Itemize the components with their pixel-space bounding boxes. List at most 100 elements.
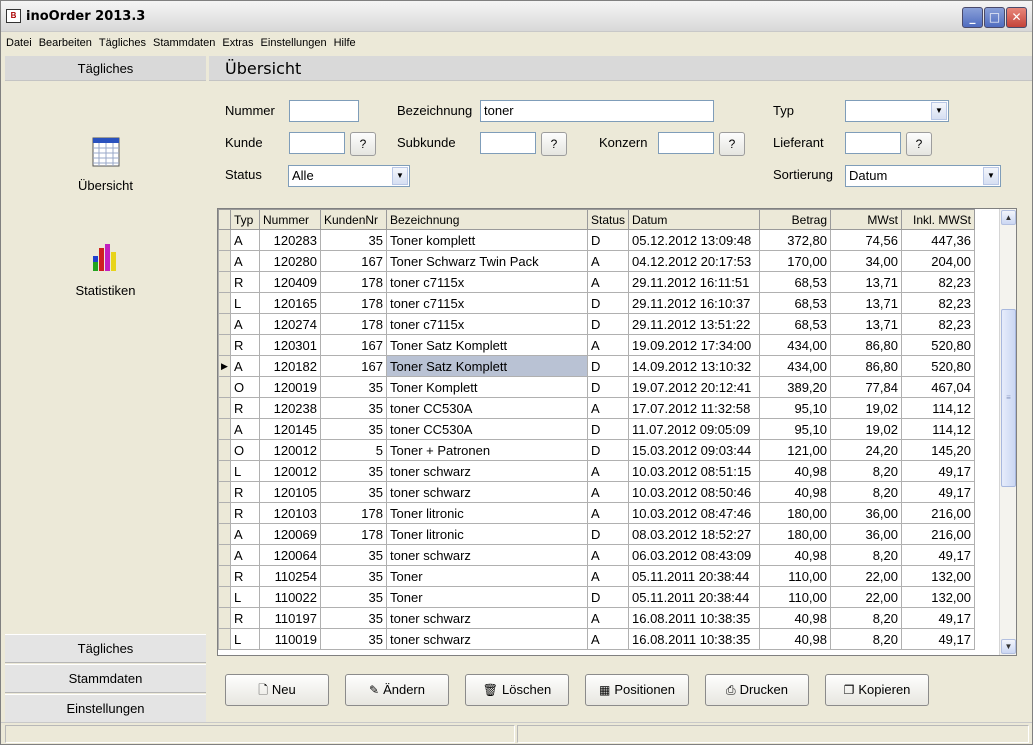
col-mwst[interactable]: MWst	[830, 209, 902, 230]
table-row[interactable]: R 120103 178 Toner litronic A 10.03.2012 08:4…	[218, 502, 975, 524]
drucken-button[interactable]: ⎙ Drucken	[705, 674, 809, 706]
cell-bezeichnung: toner schwarz	[386, 481, 588, 503]
cell-bezeichnung: toner c7115x	[386, 271, 588, 293]
kopieren-button[interactable]: ❐ Kopieren	[825, 674, 929, 706]
table-row[interactable]: R 120105 35 toner schwarz A 10.03.2012 08:50:…	[218, 481, 975, 503]
scroll-up-icon[interactable]: ▲	[1001, 210, 1016, 225]
cell-typ: A	[230, 355, 260, 377]
row-indicator-header	[218, 209, 231, 230]
loeschen-button-label: Löschen	[502, 682, 552, 697]
cell-mwst: 8,20	[830, 607, 902, 629]
nav-einstellungen[interactable]: Einstellungen	[5, 694, 206, 723]
vertical-scrollbar[interactable]: ▲ ≡ ▼	[999, 209, 1016, 655]
cell-nummer: 120238	[259, 397, 321, 419]
col-inkl-mwst[interactable]: Inkl. MWSt	[901, 209, 975, 230]
nav-taegliches[interactable]: Tägliches	[5, 634, 206, 663]
table-row[interactable]: A 120274 178 toner c7115x D 29.11.2012 13:51:…	[218, 313, 975, 335]
table-row[interactable]: A 120064 35 toner schwarz A 06.03.2012 08:43:…	[218, 544, 975, 566]
menu-hilfe[interactable]: Hilfe	[330, 33, 359, 53]
col-status[interactable]: Status	[587, 209, 629, 230]
cell-inkl-mwst: 49,17	[901, 607, 975, 629]
cell-typ: A	[230, 418, 260, 440]
col-typ[interactable]: Typ	[230, 209, 260, 230]
positionen-button[interactable]: ▦ Positionen	[585, 674, 689, 706]
nav-stammdaten[interactable]: Stammdaten	[5, 664, 206, 693]
typ-select[interactable]: ▼	[845, 100, 949, 122]
lieferant-lookup-button[interactable]: ?	[906, 132, 932, 156]
cell-inkl-mwst: 216,00	[901, 523, 975, 545]
cell-mwst: 86,80	[830, 334, 902, 356]
cell-datum: 05.11.2011 20:38:44	[628, 586, 760, 608]
scroll-down-icon[interactable]: ▼	[1001, 639, 1016, 654]
col-nummer[interactable]: Nummer	[259, 209, 321, 230]
konzern-lookup-button[interactable]: ?	[719, 132, 745, 156]
table-row[interactable]: L 110019 35 toner schwarz A 16.08.2011 10:38:…	[218, 628, 975, 650]
table-row[interactable]: A 120145 35 toner CC530A D 11.07.2012 09:05:0…	[218, 418, 975, 440]
cell-betrag: 434,00	[759, 355, 831, 377]
menu-extras[interactable]: Extras	[218, 33, 256, 53]
cell-betrag: 68,53	[759, 313, 831, 335]
table-row[interactable]: R 120301 167 Toner Satz Komplett A 19.09.2012…	[218, 334, 975, 356]
close-button[interactable]: ✕	[1006, 7, 1027, 28]
minimize-button[interactable]: _	[962, 7, 983, 28]
sidebar-item-uebersicht-label: Übersicht	[78, 178, 133, 193]
menu-stammdaten[interactable]: Stammdaten	[149, 33, 218, 53]
kunde-lookup-button[interactable]: ?	[350, 132, 376, 156]
cell-typ: L	[230, 586, 260, 608]
table-row[interactable]: O 120012 5 Toner + Patronen D 15.03.2012 09:0…	[218, 439, 975, 461]
orders-grid[interactable]: Typ Nummer KundenNr Bezeichnung Status D…	[217, 208, 1017, 656]
sortierung-select[interactable]: Datum ▼	[845, 165, 1001, 187]
table-icon: ▦	[598, 683, 611, 697]
edit-document-icon: ✎	[369, 683, 380, 697]
subkunde-input[interactable]	[480, 132, 536, 154]
table-row[interactable]: R 110254 35 Toner A 05.11.2011 20:38:44 110,00…	[218, 565, 975, 587]
table-row[interactable]: L 110022 35 Toner D 05.11.2011 20:38:44 110,00…	[218, 586, 975, 608]
title-bar[interactable]: B inoOrder 2013.3 _ □ ✕	[1, 1, 1032, 32]
col-kundennr[interactable]: KundenNr	[320, 209, 387, 230]
table-row[interactable]: A 120069 178 Toner litronic D 08.03.2012 18:5…	[218, 523, 975, 545]
cell-bezeichnung: Toner Schwarz Twin Pack	[386, 250, 588, 272]
neu-button[interactable]: 🗋 Neu	[225, 674, 329, 706]
table-row[interactable]: R 110197 35 toner schwarz A 16.08.2011 10:38:…	[218, 607, 975, 629]
kunde-input[interactable]	[289, 132, 345, 154]
table-row[interactable]: ▶ A 120182 167 Toner Satz Komplett D 14.09.201…	[218, 355, 975, 377]
table-row[interactable]: O 120019 35 Toner Komplett D 19.07.2012 20:12…	[218, 376, 975, 398]
table-row[interactable]: L 120165 178 toner c7115x D 29.11.2012 16:10:…	[218, 292, 975, 314]
sidebar-item-statistiken[interactable]: Statistiken	[5, 242, 206, 298]
menu-einstellungen[interactable]: Einstellungen	[257, 33, 330, 53]
cell-typ: A	[230, 544, 260, 566]
lieferant-label: Lieferant	[773, 135, 824, 150]
nummer-input[interactable]	[289, 100, 359, 122]
sidebar-item-uebersicht[interactable]: Übersicht	[5, 137, 206, 193]
cell-kundennr: 35	[320, 565, 387, 587]
aendern-button[interactable]: ✎ Ändern	[345, 674, 449, 706]
cell-bezeichnung: toner CC530A	[386, 418, 588, 440]
subkunde-lookup-button[interactable]: ?	[541, 132, 567, 156]
cell-bezeichnung: toner schwarz	[386, 544, 588, 566]
konzern-input[interactable]	[658, 132, 714, 154]
bezeichnung-input[interactable]: toner	[480, 100, 714, 122]
menu-datei[interactable]: Datei	[6, 33, 35, 53]
lieferant-input[interactable]	[845, 132, 901, 154]
maximize-button[interactable]: □	[984, 7, 1005, 28]
status-select[interactable]: Alle ▼	[288, 165, 410, 187]
cell-nummer: 120301	[259, 334, 321, 356]
table-row[interactable]: R 120409 178 toner c7115x A 29.11.2012 16:11:…	[218, 271, 975, 293]
cell-betrag: 40,98	[759, 544, 831, 566]
menu-bearbeiten[interactable]: Bearbeiten	[35, 33, 95, 53]
scroll-thumb[interactable]: ≡	[1001, 309, 1016, 487]
table-row[interactable]: L 120012 35 toner schwarz A 10.03.2012 08:51:…	[218, 460, 975, 482]
table-row[interactable]: A 120280 167 Toner Schwarz Twin Pack A 04.12.…	[218, 250, 975, 272]
cell-kundennr: 178	[320, 292, 387, 314]
table-row[interactable]: R 120238 35 toner CC530A A 17.07.2012 11:32:5…	[218, 397, 975, 419]
col-bezeichnung[interactable]: Bezeichnung	[386, 209, 588, 230]
col-datum[interactable]: Datum	[628, 209, 760, 230]
positionen-button-label: Positionen	[614, 682, 676, 697]
row-indicator	[218, 460, 231, 482]
menu-taegliches[interactable]: Tägliches	[95, 33, 149, 53]
cell-datum: 14.09.2012 13:10:32	[628, 355, 760, 377]
loeschen-button[interactable]: 🗑 Löschen	[465, 674, 569, 706]
table-row[interactable]: A 120283 35 Toner komplett D 05.12.2012 13:09…	[218, 229, 975, 251]
col-betrag[interactable]: Betrag	[759, 209, 831, 230]
cell-nummer: 120012	[259, 460, 321, 482]
